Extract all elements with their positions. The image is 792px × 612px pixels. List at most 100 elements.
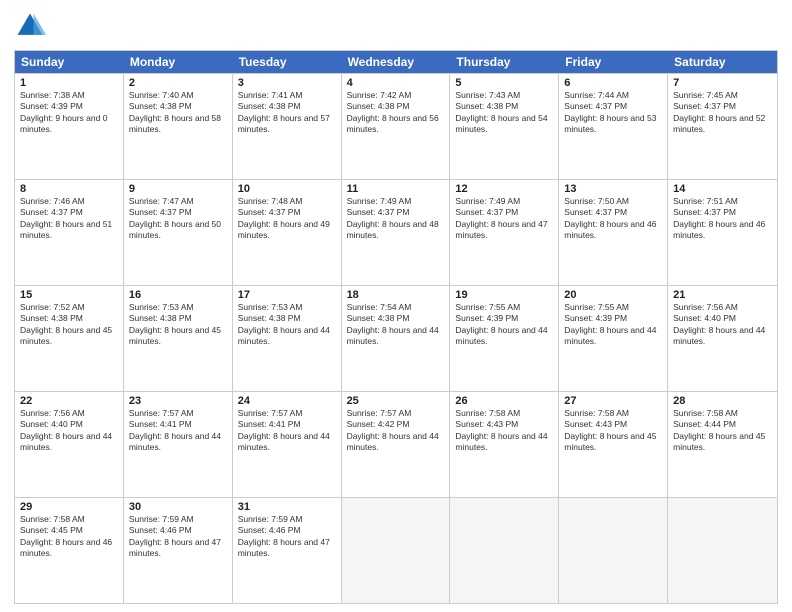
day-number: 16 bbox=[129, 289, 227, 301]
sunrise-text: Sunrise: 7:38 AM bbox=[20, 90, 118, 101]
day-number: 8 bbox=[20, 183, 118, 195]
sunset-text: Sunset: 4:40 PM bbox=[20, 419, 118, 430]
sunset-text: Sunset: 4:39 PM bbox=[20, 101, 118, 112]
day-number: 20 bbox=[564, 289, 662, 301]
daylight-text: Daylight: 8 hours and 44 minutes. bbox=[455, 431, 553, 454]
sunset-text: Sunset: 4:46 PM bbox=[129, 525, 227, 536]
sunrise-text: Sunrise: 7:53 AM bbox=[129, 302, 227, 313]
week-row-5: 29Sunrise: 7:58 AMSunset: 4:45 PMDayligh… bbox=[15, 497, 777, 603]
sunrise-text: Sunrise: 7:57 AM bbox=[238, 408, 336, 419]
sunrise-text: Sunrise: 7:46 AM bbox=[20, 196, 118, 207]
sunrise-text: Sunrise: 7:53 AM bbox=[238, 302, 336, 313]
sunset-text: Sunset: 4:38 PM bbox=[238, 101, 336, 112]
sunset-text: Sunset: 4:42 PM bbox=[347, 419, 445, 430]
day-cell-30: 30Sunrise: 7:59 AMSunset: 4:46 PMDayligh… bbox=[124, 498, 233, 603]
sunset-text: Sunset: 4:37 PM bbox=[564, 207, 662, 218]
sunrise-text: Sunrise: 7:51 AM bbox=[673, 196, 772, 207]
day-number: 30 bbox=[129, 501, 227, 513]
day-number: 12 bbox=[455, 183, 553, 195]
daylight-text: Daylight: 8 hours and 48 minutes. bbox=[347, 219, 445, 242]
sunset-text: Sunset: 4:46 PM bbox=[238, 525, 336, 536]
daylight-text: Daylight: 8 hours and 44 minutes. bbox=[347, 431, 445, 454]
day-number: 7 bbox=[673, 77, 772, 89]
daylight-text: Daylight: 8 hours and 46 minutes. bbox=[564, 219, 662, 242]
sunrise-text: Sunrise: 7:43 AM bbox=[455, 90, 553, 101]
sunset-text: Sunset: 4:41 PM bbox=[238, 419, 336, 430]
sunrise-text: Sunrise: 7:56 AM bbox=[673, 302, 772, 313]
daylight-text: Daylight: 8 hours and 44 minutes. bbox=[238, 431, 336, 454]
sunset-text: Sunset: 4:39 PM bbox=[564, 313, 662, 324]
day-number: 26 bbox=[455, 395, 553, 407]
empty-cell bbox=[342, 498, 451, 603]
day-number: 18 bbox=[347, 289, 445, 301]
sunrise-text: Sunrise: 7:57 AM bbox=[347, 408, 445, 419]
day-cell-13: 13Sunrise: 7:50 AMSunset: 4:37 PMDayligh… bbox=[559, 180, 668, 285]
daylight-text: Daylight: 8 hours and 44 minutes. bbox=[564, 325, 662, 348]
day-number: 9 bbox=[129, 183, 227, 195]
day-cell-21: 21Sunrise: 7:56 AMSunset: 4:40 PMDayligh… bbox=[668, 286, 777, 391]
daylight-text: Daylight: 8 hours and 47 minutes. bbox=[455, 219, 553, 242]
sunset-text: Sunset: 4:43 PM bbox=[455, 419, 553, 430]
daylight-text: Daylight: 8 hours and 52 minutes. bbox=[673, 113, 772, 136]
day-cell-31: 31Sunrise: 7:59 AMSunset: 4:46 PMDayligh… bbox=[233, 498, 342, 603]
sunset-text: Sunset: 4:44 PM bbox=[673, 419, 772, 430]
sunset-text: Sunset: 4:37 PM bbox=[564, 101, 662, 112]
day-cell-5: 5Sunrise: 7:43 AMSunset: 4:38 PMDaylight… bbox=[450, 74, 559, 179]
daylight-text: Daylight: 8 hours and 44 minutes. bbox=[455, 325, 553, 348]
day-cell-12: 12Sunrise: 7:49 AMSunset: 4:37 PMDayligh… bbox=[450, 180, 559, 285]
daylight-text: Daylight: 9 hours and 0 minutes. bbox=[20, 113, 118, 136]
sunset-text: Sunset: 4:40 PM bbox=[673, 313, 772, 324]
day-header-sunday: Sunday bbox=[15, 51, 124, 73]
day-number: 29 bbox=[20, 501, 118, 513]
day-cell-2: 2Sunrise: 7:40 AMSunset: 4:38 PMDaylight… bbox=[124, 74, 233, 179]
day-cell-3: 3Sunrise: 7:41 AMSunset: 4:38 PMDaylight… bbox=[233, 74, 342, 179]
week-row-4: 22Sunrise: 7:56 AMSunset: 4:40 PMDayligh… bbox=[15, 391, 777, 497]
day-cell-15: 15Sunrise: 7:52 AMSunset: 4:38 PMDayligh… bbox=[15, 286, 124, 391]
day-number: 23 bbox=[129, 395, 227, 407]
sunset-text: Sunset: 4:37 PM bbox=[347, 207, 445, 218]
day-number: 31 bbox=[238, 501, 336, 513]
calendar: SundayMondayTuesdayWednesdayThursdayFrid… bbox=[14, 50, 778, 604]
sunset-text: Sunset: 4:37 PM bbox=[455, 207, 553, 218]
sunrise-text: Sunrise: 7:42 AM bbox=[347, 90, 445, 101]
sunset-text: Sunset: 4:43 PM bbox=[564, 419, 662, 430]
day-number: 19 bbox=[455, 289, 553, 301]
daylight-text: Daylight: 8 hours and 45 minutes. bbox=[673, 431, 772, 454]
sunset-text: Sunset: 4:38 PM bbox=[129, 313, 227, 324]
daylight-text: Daylight: 8 hours and 54 minutes. bbox=[455, 113, 553, 136]
day-cell-18: 18Sunrise: 7:54 AMSunset: 4:38 PMDayligh… bbox=[342, 286, 451, 391]
day-cell-1: 1Sunrise: 7:38 AMSunset: 4:39 PMDaylight… bbox=[15, 74, 124, 179]
day-cell-28: 28Sunrise: 7:58 AMSunset: 4:44 PMDayligh… bbox=[668, 392, 777, 497]
daylight-text: Daylight: 8 hours and 44 minutes. bbox=[673, 325, 772, 348]
day-number: 4 bbox=[347, 77, 445, 89]
sunrise-text: Sunrise: 7:44 AM bbox=[564, 90, 662, 101]
daylight-text: Daylight: 8 hours and 44 minutes. bbox=[20, 431, 118, 454]
daylight-text: Daylight: 8 hours and 44 minutes. bbox=[347, 325, 445, 348]
sunrise-text: Sunrise: 7:45 AM bbox=[673, 90, 772, 101]
day-number: 13 bbox=[564, 183, 662, 195]
day-number: 17 bbox=[238, 289, 336, 301]
logo bbox=[14, 10, 50, 42]
day-cell-10: 10Sunrise: 7:48 AMSunset: 4:37 PMDayligh… bbox=[233, 180, 342, 285]
sunset-text: Sunset: 4:41 PM bbox=[129, 419, 227, 430]
sunrise-text: Sunrise: 7:58 AM bbox=[455, 408, 553, 419]
sunset-text: Sunset: 4:38 PM bbox=[347, 101, 445, 112]
day-cell-7: 7Sunrise: 7:45 AMSunset: 4:37 PMDaylight… bbox=[668, 74, 777, 179]
header bbox=[14, 10, 778, 42]
day-cell-9: 9Sunrise: 7:47 AMSunset: 4:37 PMDaylight… bbox=[124, 180, 233, 285]
calendar-header: SundayMondayTuesdayWednesdayThursdayFrid… bbox=[15, 51, 777, 73]
sunset-text: Sunset: 4:45 PM bbox=[20, 525, 118, 536]
sunrise-text: Sunrise: 7:47 AM bbox=[129, 196, 227, 207]
sunrise-text: Sunrise: 7:50 AM bbox=[564, 196, 662, 207]
daylight-text: Daylight: 8 hours and 47 minutes. bbox=[129, 537, 227, 560]
empty-cell bbox=[559, 498, 668, 603]
day-cell-17: 17Sunrise: 7:53 AMSunset: 4:38 PMDayligh… bbox=[233, 286, 342, 391]
sunrise-text: Sunrise: 7:58 AM bbox=[564, 408, 662, 419]
calendar-body: 1Sunrise: 7:38 AMSunset: 4:39 PMDaylight… bbox=[15, 73, 777, 603]
day-header-thursday: Thursday bbox=[450, 51, 559, 73]
sunset-text: Sunset: 4:38 PM bbox=[347, 313, 445, 324]
daylight-text: Daylight: 8 hours and 51 minutes. bbox=[20, 219, 118, 242]
daylight-text: Daylight: 8 hours and 44 minutes. bbox=[238, 325, 336, 348]
sunset-text: Sunset: 4:37 PM bbox=[673, 207, 772, 218]
sunset-text: Sunset: 4:38 PM bbox=[455, 101, 553, 112]
